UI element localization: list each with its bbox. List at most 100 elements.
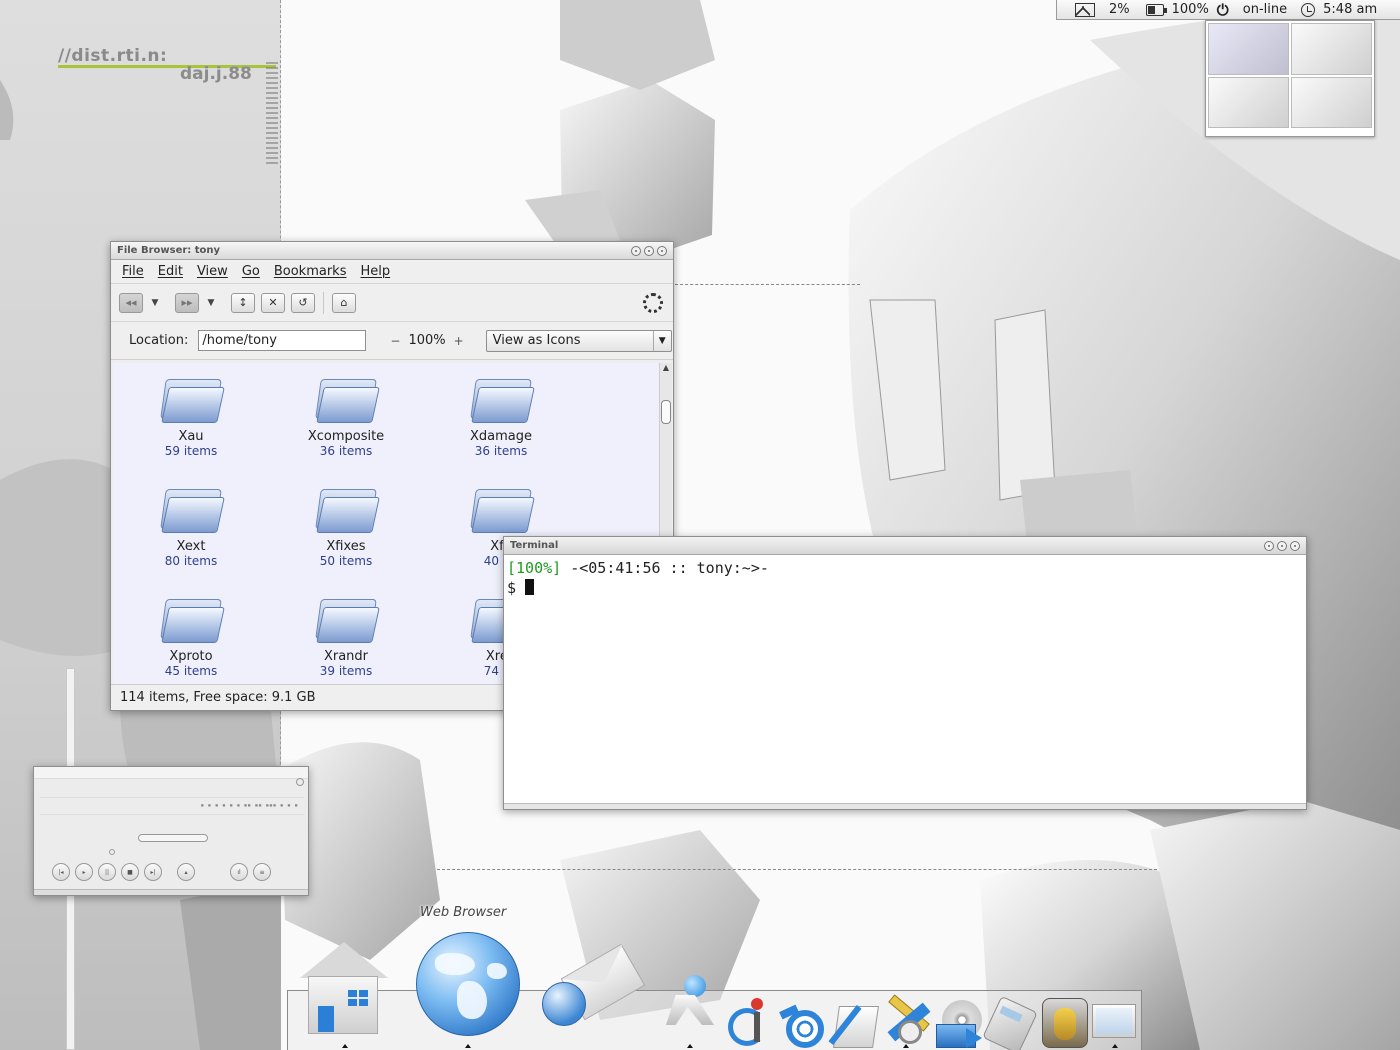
view-mode-select[interactable]: View as Icons ▼ bbox=[485, 329, 672, 352]
scrollbar-thumb[interactable] bbox=[661, 400, 671, 424]
web-browser-icon[interactable] bbox=[416, 932, 520, 1036]
terminal-icon[interactable] bbox=[1092, 1000, 1142, 1050]
folder-item[interactable]: Xfixes 50 items bbox=[286, 483, 406, 568]
system-tools-icon[interactable] bbox=[884, 994, 934, 1048]
file-browser-titlebar[interactable]: File Browser: tony bbox=[111, 242, 673, 260]
folder-item-count: 59 items bbox=[164, 444, 218, 458]
battery-level: 100% bbox=[1171, 2, 1209, 17]
toolbar: ◂◂ ▼ ▸▸ ▼ ↕ ✕ ↺ ⌂ bbox=[111, 284, 673, 322]
scroll-up-arrow-icon[interactable]: ▲ bbox=[660, 363, 672, 375]
folder-item[interactable]: Xcomposite 36 items bbox=[286, 373, 406, 458]
maximize-button[interactable] bbox=[644, 245, 654, 256]
forward-history-dropdown[interactable]: ▼ bbox=[205, 293, 217, 313]
zoom-in-button[interactable]: + bbox=[454, 334, 464, 348]
plug-icon[interactable]: ⏻ bbox=[1217, 2, 1235, 17]
folder-item[interactable]: Xext 80 items bbox=[131, 483, 251, 568]
cpu-monitor-icon[interactable] bbox=[1075, 2, 1095, 17]
play-button[interactable]: ▸ bbox=[75, 863, 93, 881]
folder-item[interactable]: Xrandr 39 items bbox=[286, 593, 406, 678]
next-track-button[interactable]: ▸| bbox=[144, 863, 162, 881]
instant-messenger-icon[interactable] bbox=[662, 975, 714, 1025]
menubar: File Edit View Go Bookmarks Help bbox=[111, 260, 673, 284]
clock-icon[interactable] bbox=[1301, 2, 1316, 17]
menu-edit[interactable]: Edit bbox=[151, 264, 190, 279]
close-button[interactable] bbox=[296, 778, 304, 786]
folder-name: Xcomposite bbox=[307, 429, 385, 444]
image-editor-icon[interactable] bbox=[1040, 998, 1090, 1048]
workspace-4[interactable] bbox=[1291, 76, 1372, 128]
close-button[interactable] bbox=[1290, 540, 1300, 551]
reload-button[interactable]: ↺ bbox=[291, 292, 315, 313]
window-title: File Browser: tony bbox=[117, 245, 221, 256]
maximize-button[interactable] bbox=[1277, 540, 1287, 551]
up-button[interactable]: ↕ bbox=[231, 292, 255, 313]
folder-item-count: 45 items bbox=[164, 664, 218, 678]
stop-button[interactable]: ■ bbox=[121, 863, 139, 881]
system-info-icon[interactable] bbox=[728, 998, 778, 1048]
view-mode-value: View as Icons bbox=[492, 333, 581, 348]
workspace-1[interactable] bbox=[1208, 23, 1289, 75]
seek-slider[interactable] bbox=[138, 834, 208, 842]
clock-time[interactable]: 5:48 am bbox=[1323, 2, 1377, 17]
home-folder-icon[interactable] bbox=[300, 942, 388, 1034]
previous-track-button[interactable]: |◂ bbox=[52, 863, 70, 881]
status-text: 114 items, Free space: 9.1 GB bbox=[120, 690, 316, 705]
folder-icon bbox=[160, 593, 225, 645]
window-title: Terminal bbox=[510, 540, 559, 551]
playlist-button[interactable]: ≡ bbox=[253, 863, 271, 881]
toolbar-separator bbox=[323, 291, 324, 314]
menu-help[interactable]: Help bbox=[353, 264, 397, 279]
forward-button[interactable]: ▸▸ bbox=[175, 292, 199, 313]
wallpaper-brand-subtext: daj.j.88 bbox=[180, 64, 252, 84]
network-status: on-line bbox=[1242, 2, 1288, 17]
prompt-battery: [100%] bbox=[507, 559, 562, 577]
folder-icon bbox=[160, 483, 225, 535]
folder-name: Xext bbox=[176, 539, 206, 554]
folder-item[interactable]: Xdamage 36 items bbox=[441, 373, 561, 458]
text-editor-icon[interactable] bbox=[828, 998, 882, 1048]
menu-bookmarks[interactable]: Bookmarks bbox=[267, 264, 354, 279]
command-line[interactable]: $ bbox=[507, 578, 1303, 598]
prompt-line: [100%] -<05:41:56 :: tony:~>- bbox=[507, 558, 1303, 578]
media-player-window[interactable]: ▪ ▪ ▪ ▪ ▪ ▪ ▪▪ ▪▪ ▪▪▪ ▪ ▪ ▪ |◂ ▸ || ■ ▸|… bbox=[33, 766, 309, 896]
workspace-3[interactable] bbox=[1208, 76, 1289, 128]
media-player-icon[interactable] bbox=[936, 998, 986, 1048]
menu-view[interactable]: View bbox=[190, 264, 235, 279]
back-button[interactable]: ◂◂ bbox=[119, 292, 143, 313]
close-button[interactable] bbox=[657, 245, 667, 256]
folder-name: Xdamage bbox=[469, 429, 532, 444]
workspace-2[interactable] bbox=[1291, 23, 1372, 75]
mail-client-icon[interactable] bbox=[542, 943, 646, 1034]
folder-icon bbox=[315, 483, 380, 535]
minimize-button[interactable] bbox=[631, 245, 641, 256]
folder-item[interactable]: Xau 59 items bbox=[131, 373, 251, 458]
window-bottom-frame bbox=[504, 803, 1306, 809]
media-controls: |◂ ▸ || ■ ▸| ▴ ıl ≡ bbox=[52, 863, 271, 881]
volume-knob[interactable] bbox=[109, 849, 115, 855]
calculator-icon[interactable] bbox=[982, 995, 1038, 1050]
back-history-dropdown[interactable]: ▼ bbox=[149, 293, 161, 313]
terminal-output[interactable]: [100%] -<05:41:56 :: tony:~>- $ bbox=[504, 555, 1306, 601]
eject-button[interactable]: ▴ bbox=[177, 863, 195, 881]
folder-item[interactable]: Xproto 45 items bbox=[131, 593, 251, 678]
prompt-symbol: $ bbox=[507, 579, 526, 597]
workspace-pager[interactable] bbox=[1205, 20, 1375, 137]
folder-name: Xproto bbox=[169, 649, 213, 664]
menu-file[interactable]: File bbox=[115, 264, 151, 279]
text-cursor bbox=[525, 579, 535, 595]
terminal-titlebar[interactable]: Terminal bbox=[504, 537, 1306, 555]
activity-spinner-icon bbox=[643, 293, 663, 313]
minimize-button[interactable] bbox=[1264, 540, 1274, 551]
blender-icon[interactable] bbox=[779, 998, 830, 1048]
stop-button[interactable]: ✕ bbox=[261, 292, 285, 313]
media-player-titlebar[interactable] bbox=[34, 767, 308, 779]
pause-button[interactable]: || bbox=[98, 863, 116, 881]
battery-icon[interactable] bbox=[1145, 3, 1167, 16]
zoom-out-button[interactable]: − bbox=[390, 334, 400, 348]
location-input[interactable] bbox=[198, 330, 367, 351]
folder-item-count: 39 items bbox=[319, 664, 373, 678]
menu-go[interactable]: Go bbox=[235, 264, 267, 279]
home-button[interactable]: ⌂ bbox=[332, 292, 356, 313]
terminal-window[interactable]: Terminal [100%] -<05:41:56 :: tony:~>- $ bbox=[503, 536, 1307, 810]
equalizer-button[interactable]: ıl bbox=[230, 863, 248, 881]
